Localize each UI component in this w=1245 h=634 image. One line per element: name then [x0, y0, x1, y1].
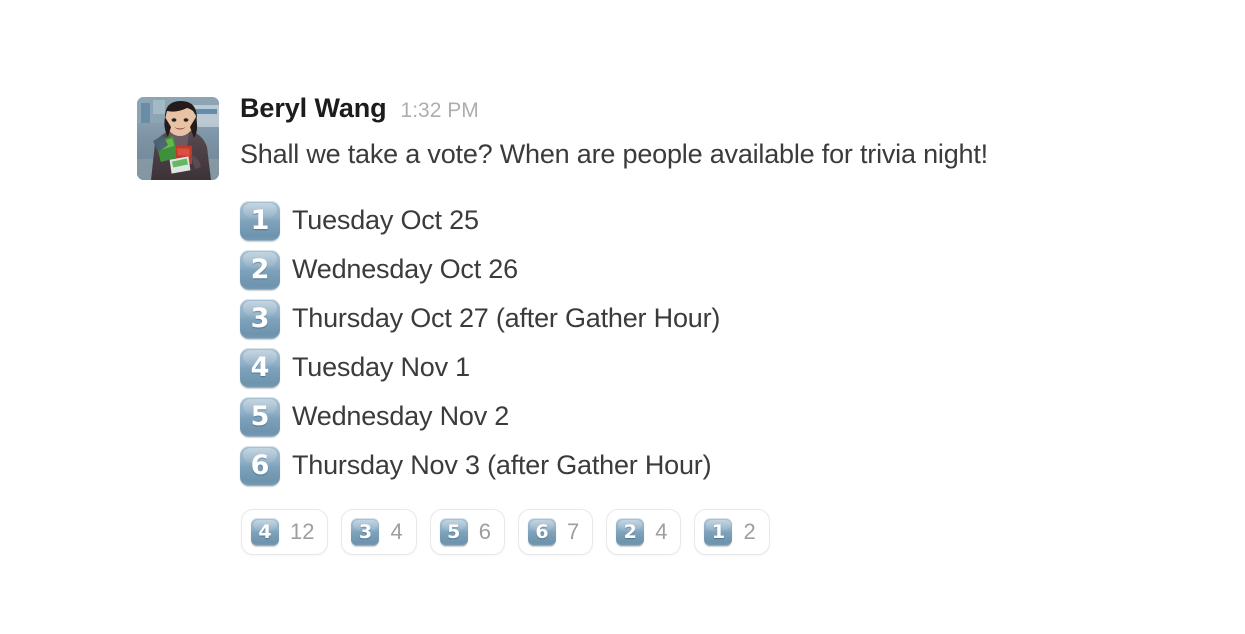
keycap-5-icon: 5 [439, 518, 468, 547]
keycap-3-icon: 3 [240, 298, 280, 339]
poll-option-row: 5 Wednesday Nov 2 [240, 392, 1197, 441]
poll-option-label: Tuesday Oct 25 [292, 205, 479, 236]
reaction-pill-3[interactable]: 3 4 [341, 509, 417, 556]
reaction-pill-6[interactable]: 6 7 [517, 509, 594, 556]
keycap-6-icon: 6 [527, 518, 556, 547]
reaction-pill-4[interactable]: 4 12 [241, 509, 329, 556]
poll-option-row: 3 Thursday Oct 27 (after Gather Hour) [240, 294, 1197, 343]
keycap-1-icon: 1 [240, 200, 280, 241]
poll-option-row: 4 Tuesday Nov 1 [240, 343, 1197, 392]
message-timestamp[interactable]: 1:32 PM [401, 100, 479, 121]
poll-option-label: Thursday Oct 27 (after Gather Hour) [292, 303, 721, 334]
poll-option-list: 1 Tuesday Oct 25 2 Wednesday Oct 26 3 Th… [240, 196, 1197, 490]
reaction-count: 4 [390, 519, 403, 545]
keycap-4-icon: 4 [240, 347, 280, 388]
message-body: Beryl Wang 1:32 PM Shall we take a vote?… [240, 95, 1197, 556]
reaction-pill-1[interactable]: 1 2 [694, 509, 770, 556]
reaction-count: 2 [743, 519, 756, 545]
reaction-count: 12 [290, 519, 315, 545]
poll-option-row: 6 Thursday Nov 3 (after Gather Hour) [240, 441, 1197, 490]
keycap-1-icon: 1 [704, 518, 733, 547]
avatar-photo [137, 97, 219, 180]
poll-option-label: Wednesday Oct 26 [292, 254, 518, 285]
keycap-3-icon: 3 [351, 518, 380, 547]
message-text: Shall we take a vote? When are people av… [240, 139, 988, 169]
reaction-bar: 4 12 3 4 5 6 6 7 2 4 1 2 [241, 509, 1197, 556]
poll-option-label: Tuesday Nov 1 [292, 352, 470, 383]
message-meta: Beryl Wang 1:32 PM [240, 95, 1197, 128]
reaction-pill-2[interactable]: 2 4 [606, 509, 682, 556]
slack-message: Beryl Wang 1:32 PM Shall we take a vote?… [137, 95, 1197, 556]
keycap-6-icon: 6 [240, 445, 280, 486]
author-name[interactable]: Beryl Wang [240, 95, 387, 122]
poll-option-row: 1 Tuesday Oct 25 [240, 196, 1197, 245]
keycap-2-icon: 2 [616, 518, 645, 547]
keycap-2-icon: 2 [240, 249, 280, 290]
keycap-4-icon: 4 [251, 518, 279, 547]
reaction-pill-5[interactable]: 5 6 [429, 509, 505, 556]
poll-option-label: Wednesday Nov 2 [292, 401, 510, 432]
avatar[interactable] [137, 97, 219, 180]
message-header-row: Beryl Wang 1:32 PM Shall we take a vote?… [137, 95, 1197, 556]
reaction-count: 7 [566, 519, 580, 545]
keycap-5-icon: 5 [240, 396, 280, 437]
poll-option-label: Thursday Nov 3 (after Gather Hour) [292, 450, 712, 481]
reaction-count: 4 [655, 519, 668, 545]
reaction-count: 6 [478, 519, 491, 545]
poll-option-row: 2 Wednesday Oct 26 [240, 245, 1197, 294]
